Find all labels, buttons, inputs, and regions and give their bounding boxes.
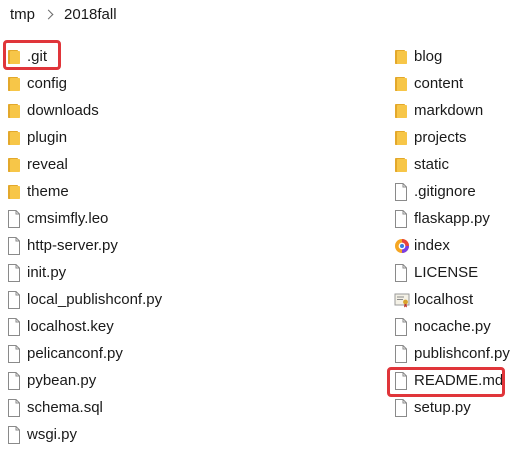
file-item[interactable]: init.py	[0, 259, 200, 286]
file-item[interactable]: LICENSE	[387, 259, 529, 286]
item-name: static	[414, 155, 450, 173]
item-name: LICENSE	[414, 263, 479, 281]
item-name: localhost	[414, 290, 474, 308]
folder-item[interactable]: projects	[387, 124, 529, 151]
folder-icon	[394, 102, 408, 120]
folder-item[interactable]: config	[0, 70, 200, 97]
file-icon	[394, 317, 408, 336]
item-name: content	[414, 74, 464, 92]
breadcrumb-current[interactable]: 2018fall	[60, 6, 121, 23]
file-icon	[394, 182, 408, 201]
item-name: downloads	[27, 101, 99, 119]
file-icon	[7, 236, 21, 255]
item-name: pybean.py	[27, 371, 97, 389]
file-item[interactable]: local_publishconf.py	[0, 286, 200, 313]
folder-item[interactable]: markdown	[387, 97, 529, 124]
item-name: theme	[27, 182, 69, 200]
file-list-right-column: blog content markdown projects static .gitign…	[387, 43, 529, 421]
folder-item[interactable]: reveal	[0, 151, 200, 178]
item-name: reveal	[27, 155, 68, 173]
file-icon	[394, 209, 408, 228]
file-icon	[394, 371, 408, 390]
file-item[interactable]: wsgi.py	[0, 421, 200, 448]
breadcrumb: tmp 2018fall	[0, 0, 532, 28]
folder-icon	[394, 75, 408, 93]
item-name: localhost.key	[27, 317, 114, 335]
folder-icon	[394, 129, 408, 147]
file-item[interactable]: publishconf.py	[387, 340, 529, 367]
item-name: .git	[27, 47, 48, 65]
item-name: local_publishconf.py	[27, 290, 163, 308]
item-name: nocache.py	[414, 317, 491, 335]
folder-icon	[394, 48, 408, 66]
file-icon	[7, 371, 21, 390]
folder-item[interactable]: theme	[0, 178, 200, 205]
folder-icon	[7, 156, 21, 174]
folder-icon	[7, 102, 21, 120]
item-name: pelicanconf.py	[27, 344, 123, 362]
item-name: http-server.py	[27, 236, 118, 254]
file-list-left-column: .git config downloads plugin reveal theme cmsi…	[0, 43, 200, 448]
item-name: .gitignore	[414, 182, 476, 200]
file-item[interactable]: cmsimfly.leo	[0, 205, 200, 232]
file-item[interactable]: nocache.py	[387, 313, 529, 340]
file-icon	[7, 398, 21, 417]
item-name: plugin	[27, 128, 68, 146]
item-name: cmsimfly.leo	[27, 209, 109, 227]
file-item[interactable]: setup.py	[387, 394, 529, 421]
breadcrumb-root[interactable]: tmp	[6, 6, 39, 23]
file-icon	[7, 317, 21, 336]
file-item[interactable]: schema.sql	[0, 394, 200, 421]
folder-item[interactable]: content	[387, 70, 529, 97]
file-icon	[394, 398, 408, 417]
file-item[interactable]: http-server.py	[0, 232, 200, 259]
folder-item[interactable]: downloads	[0, 97, 200, 124]
file-item[interactable]: localhost.key	[0, 313, 200, 340]
item-name: blog	[414, 47, 443, 65]
item-name: schema.sql	[27, 398, 103, 416]
item-name: flaskapp.py	[414, 209, 490, 227]
folder-item[interactable]: blog	[387, 43, 529, 70]
folder-icon	[7, 183, 21, 201]
folder-item[interactable]: .git	[0, 43, 200, 70]
item-name: publishconf.py	[414, 344, 510, 362]
item-name: init.py	[27, 263, 67, 281]
folder-item[interactable]: static	[387, 151, 529, 178]
item-name: index	[414, 236, 450, 254]
file-explorer-window: tmp 2018fall .git config downloads plugin re…	[0, 0, 532, 458]
item-name: wsgi.py	[27, 425, 78, 443]
folder-icon	[7, 75, 21, 93]
folder-icon	[7, 129, 21, 147]
file-icon	[7, 290, 21, 309]
item-name: README.md	[414, 371, 504, 389]
file-icon	[394, 263, 408, 282]
file-item[interactable]: pybean.py	[0, 367, 200, 394]
file-icon	[394, 344, 408, 363]
browser-icon	[394, 237, 410, 255]
file-item[interactable]: pelicanconf.py	[0, 340, 200, 367]
file-item[interactable]: README.md	[387, 367, 529, 394]
item-name: setup.py	[414, 398, 471, 416]
file-icon	[7, 209, 21, 228]
item-name: config	[27, 74, 68, 92]
file-icon	[7, 425, 21, 444]
item-name: projects	[414, 128, 467, 146]
file-icon	[7, 344, 21, 363]
file-item[interactable]: index	[387, 232, 529, 259]
item-name: markdown	[414, 101, 484, 119]
file-item[interactable]: localhost	[387, 286, 529, 313]
certificate-icon	[394, 291, 410, 309]
chevron-right-icon	[43, 9, 54, 19]
file-item[interactable]: .gitignore	[387, 178, 529, 205]
folder-icon	[7, 48, 21, 66]
folder-item[interactable]: plugin	[0, 124, 200, 151]
file-icon	[7, 263, 21, 282]
folder-icon	[394, 156, 408, 174]
file-item[interactable]: flaskapp.py	[387, 205, 529, 232]
